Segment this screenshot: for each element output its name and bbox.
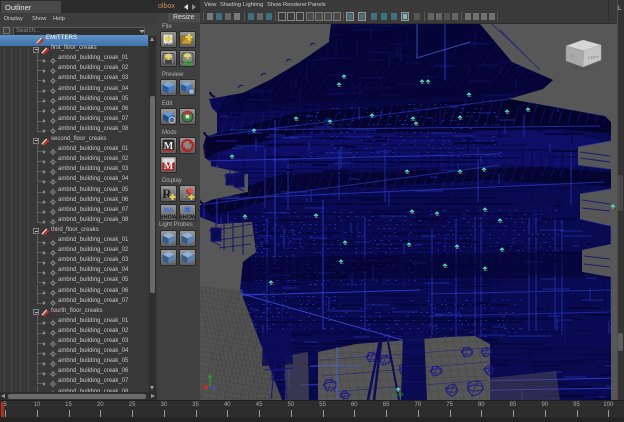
svg-text:45: 45 (570, 53, 575, 58)
svg-text:MA: MA (163, 207, 173, 214)
svg-text:R: R (162, 186, 172, 201)
svg-text:LEFT: LEFT (588, 55, 599, 60)
svg-text:AS: AS (183, 61, 193, 67)
svg-text:pivot: pivot (393, 392, 404, 398)
svg-text:M: M (164, 161, 174, 172)
svg-text:SHOW: SHOW (161, 215, 176, 221)
svg-text:NEW: NEW (164, 42, 174, 47)
svg-text:SHOW: SHOW (180, 215, 195, 221)
